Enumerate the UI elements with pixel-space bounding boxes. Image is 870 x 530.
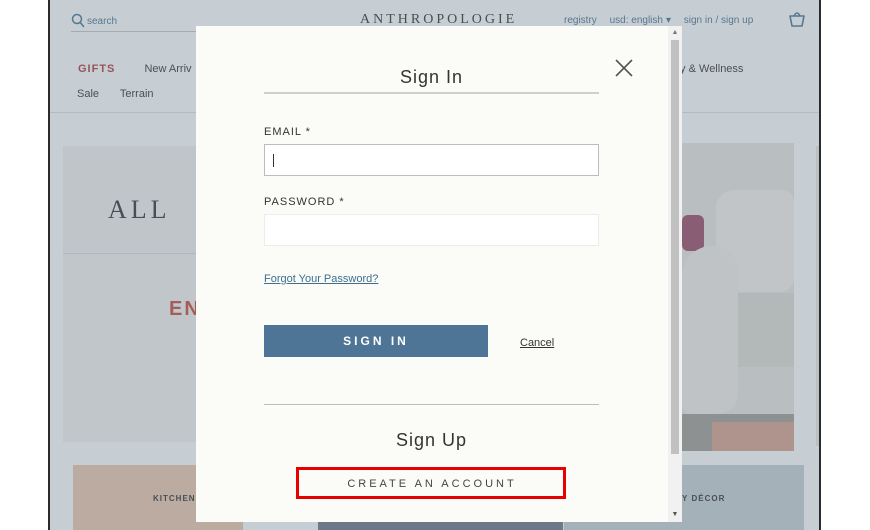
modal-title: Sign In — [399, 67, 464, 87]
scrollbar-thumb[interactable] — [671, 40, 679, 454]
sign-in-button[interactable]: SIGN IN — [264, 325, 488, 357]
close-icon[interactable] — [610, 54, 638, 82]
title-divider — [264, 92, 599, 94]
scroll-up-arrow-icon[interactable]: ▲ — [668, 26, 682, 40]
password-field[interactable] — [264, 214, 599, 246]
email-field[interactable] — [264, 144, 599, 176]
password-label: PASSWORD * — [264, 196, 345, 208]
email-label: EMAIL * — [264, 126, 311, 138]
screenshot: search ANTHROPOLOGIE registry usd: engli… — [0, 0, 870, 530]
frame-border-left — [48, 0, 50, 530]
section-divider — [264, 404, 599, 405]
scroll-down-arrow-icon[interactable]: ▼ — [668, 508, 682, 522]
cancel-link[interactable]: Cancel — [520, 337, 554, 349]
forgot-password-link[interactable]: Forgot Your Password? — [264, 273, 378, 285]
modal-scrollbar[interactable]: ▲ ▼ — [668, 26, 682, 522]
text-caret — [273, 154, 274, 167]
frame-border-right — [819, 0, 821, 530]
signup-title: Sign Up — [395, 430, 468, 450]
sign-in-modal: Sign In EMAIL * PASSWORD * Forgot Your P… — [196, 26, 682, 522]
highlight-box — [296, 467, 566, 499]
